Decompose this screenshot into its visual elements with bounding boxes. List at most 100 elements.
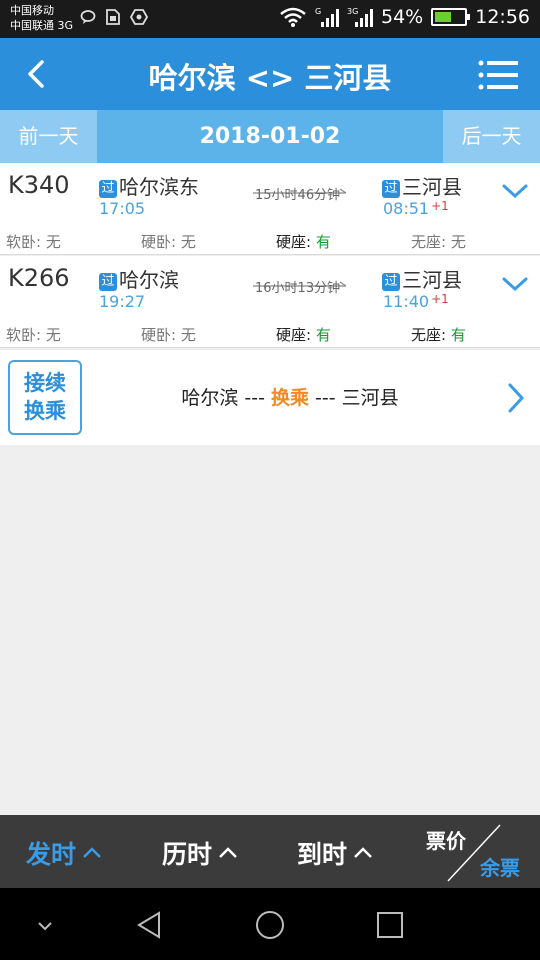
- hard-seat-value: 有: [315, 326, 331, 344]
- wifi-icon: [280, 7, 306, 27]
- sort-price-label: 票价: [426, 829, 466, 853]
- hamburger-menu-icon: [478, 60, 518, 90]
- arrival-time-value: 08:51: [383, 199, 430, 218]
- menu-button[interactable]: [478, 60, 518, 90]
- recent-apps-icon[interactable]: [373, 908, 407, 942]
- carrier-info: 中国移动 中国联通 3G: [10, 3, 73, 33]
- day-offset: +1: [431, 292, 449, 306]
- battery-icon: [431, 8, 471, 26]
- duration-text: 15小时46分钟: [255, 188, 341, 203]
- notification-icons: [80, 9, 148, 25]
- pass-through-badge: 过: [382, 180, 400, 198]
- transfer-badge: 接续 换乘: [8, 360, 82, 435]
- page-title: 哈尔滨 <> 三河县: [148, 61, 392, 95]
- chevron-up-icon: [354, 847, 372, 858]
- soft-sleeper: 软卧: 无: [6, 324, 61, 345]
- app-header: 哈尔滨 <> 三河县: [0, 38, 540, 110]
- departure-time: 19:27: [99, 292, 146, 311]
- day-offset: +1: [431, 199, 449, 213]
- hard-seat: 硬座: 有: [276, 231, 331, 252]
- transfer-from: 哈尔滨: [181, 387, 239, 409]
- battery-percent: 54%: [381, 6, 424, 28]
- transfer-to: 三河县: [341, 387, 399, 409]
- date-navigation: 前一天 2018-01-02 后一天: [0, 110, 540, 163]
- hard-seat: 硬座: 有: [276, 324, 331, 345]
- transfer-sep: ---: [309, 387, 342, 409]
- hard-sleeper: 硬卧: 无: [141, 324, 196, 345]
- chevron-up-icon: [219, 847, 237, 858]
- sort-bar: 发时 历时 到时 票价 余票: [0, 815, 540, 888]
- hard-sleeper-value: 无: [180, 233, 196, 251]
- home-circle-icon[interactable]: [253, 908, 287, 942]
- sort-duration-button[interactable]: 历时: [162, 835, 238, 871]
- transfer-sep: ---: [238, 387, 271, 409]
- arrival-time: 08:51 +1: [383, 199, 449, 218]
- signal-3g-icon: 3G: [347, 7, 373, 27]
- sort-depart-button[interactable]: 发时: [26, 835, 102, 871]
- next-day-button[interactable]: 后一天: [443, 110, 540, 163]
- back-triangle-icon[interactable]: [133, 908, 167, 942]
- transfer-option[interactable]: 接续 换乘 哈尔滨 --- 换乘 --- 三河县: [0, 350, 540, 445]
- transfer-route: 哈尔滨 --- 换乘 --- 三河县: [100, 383, 480, 410]
- arrival-station-name: 三河县: [402, 175, 462, 199]
- arrival-station: 过三河县: [382, 171, 462, 200]
- svg-text:3G: 3G: [347, 7, 358, 16]
- sim-icon: [106, 9, 120, 25]
- status-bar: 中国移动 中国联通 3G G 3G 54% 12:56: [0, 0, 540, 38]
- train-row[interactable]: K340 过哈尔滨东 17:05 15小时46分钟 过三河县 08:51 +1 软…: [0, 163, 540, 255]
- svg-text:G: G: [315, 7, 321, 16]
- hard-sleeper-value: 无: [180, 326, 196, 344]
- hard-sleeper-label: 硬卧:: [141, 326, 181, 344]
- chevron-down-icon[interactable]: [502, 276, 528, 292]
- pass-through-badge: 过: [99, 273, 117, 291]
- carrier-2: 中国联通 3G: [10, 19, 74, 32]
- arrival-time: 11:40 +1: [383, 292, 449, 311]
- system-indicators: G 3G 54% 12:56: [279, 6, 530, 28]
- soft-sleeper: 软卧: 无: [6, 231, 61, 252]
- prev-day-button[interactable]: 前一天: [0, 110, 97, 163]
- train-number: K340: [8, 171, 70, 199]
- soft-sleeper-label: 软卧:: [6, 326, 46, 344]
- train-number: K266: [8, 264, 70, 292]
- duration-text: 16小时13分钟: [255, 281, 341, 296]
- pass-through-badge: 过: [382, 273, 400, 291]
- sort-arrive-button[interactable]: 到时: [297, 835, 373, 871]
- departure-station-name: 哈尔滨东: [119, 175, 199, 199]
- hard-sleeper-label: 硬卧:: [141, 233, 181, 251]
- chevron-down-icon[interactable]: [502, 183, 528, 199]
- carrier-1: 中国移动: [10, 4, 54, 17]
- no-seat-value: 无: [450, 233, 466, 251]
- chevron-down-icon[interactable]: [28, 908, 62, 942]
- arrival-station-name: 三河县: [402, 268, 462, 292]
- price-ticket-toggle[interactable]: 票价 余票: [426, 823, 520, 883]
- current-date[interactable]: 2018-01-02: [97, 110, 443, 163]
- no-seat: 无座: 无: [411, 231, 466, 252]
- pass-through-badge: 过: [99, 180, 117, 198]
- arrival-station: 过三河县: [382, 264, 462, 293]
- app-icon: [130, 9, 148, 25]
- system-nav-bar: [0, 888, 540, 960]
- departure-station: 过哈尔滨: [99, 264, 179, 293]
- departure-time: 17:05: [99, 199, 146, 218]
- sort-duration-label: 历时: [162, 840, 213, 869]
- arrival-time-value: 11:40: [383, 292, 430, 311]
- message-icon: [80, 10, 96, 24]
- departure-station-name: 哈尔滨: [119, 268, 179, 292]
- transfer-badge-line1: 接续: [24, 371, 66, 395]
- no-seat-label: 无座:: [411, 326, 451, 344]
- clock: 12:56: [475, 6, 530, 28]
- train-row[interactable]: K266 过哈尔滨 19:27 16小时13分钟 过三河县 11:40 +1 软卧…: [0, 256, 540, 348]
- transfer-middle: 换乘: [270, 387, 309, 409]
- departure-station: 过哈尔滨东: [99, 171, 199, 200]
- sort-arrive-label: 到时: [297, 840, 348, 869]
- signal-g-icon: G: [315, 7, 339, 27]
- soft-sleeper-label: 软卧:: [6, 233, 46, 251]
- transfer-badge-line2: 换乘: [24, 399, 66, 423]
- no-seat-label: 无座:: [411, 233, 451, 251]
- chevron-up-icon: [83, 847, 101, 858]
- hard-seat-value: 有: [315, 233, 331, 251]
- sort-depart-label: 发时: [26, 840, 77, 869]
- soft-sleeper-value: 无: [45, 233, 61, 251]
- no-seat-value: 有: [450, 326, 466, 344]
- chevron-right-icon[interactable]: [506, 382, 526, 414]
